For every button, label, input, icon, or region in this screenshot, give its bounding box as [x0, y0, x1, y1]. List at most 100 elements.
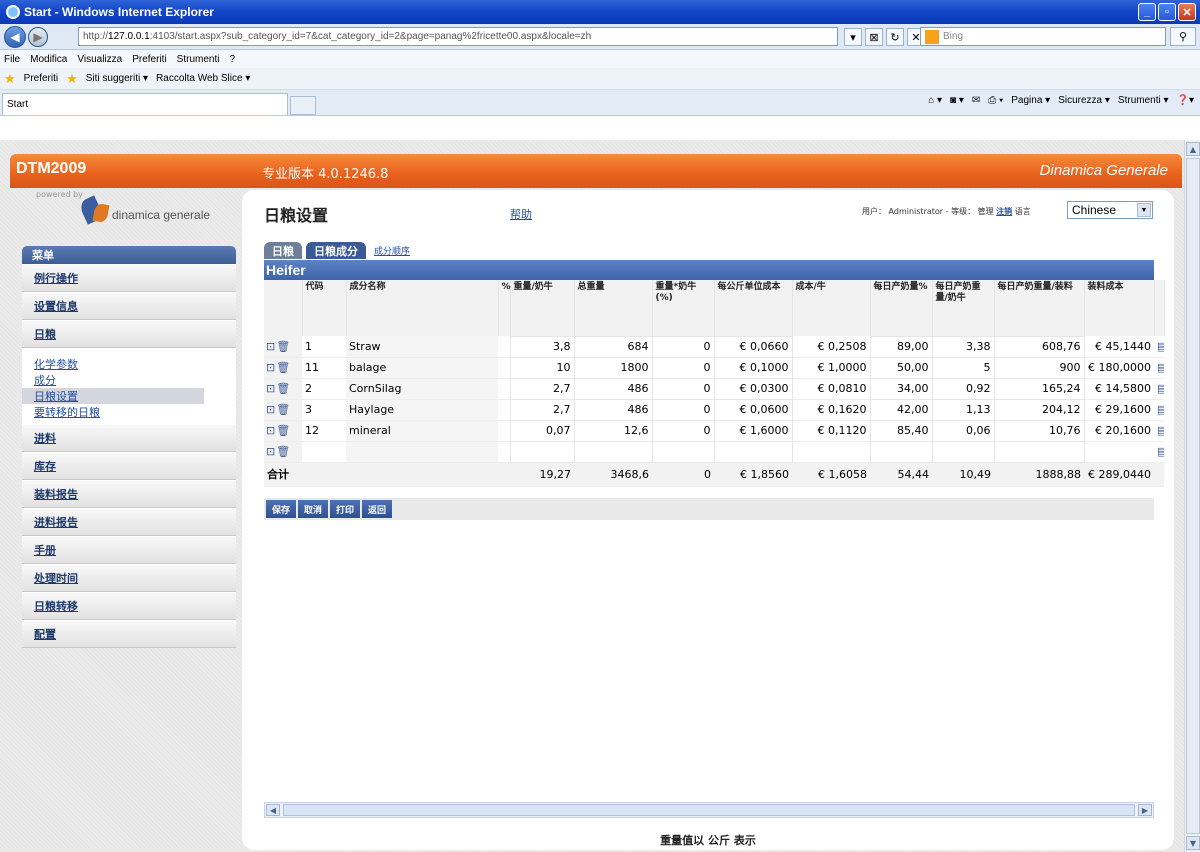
table-cell[interactable]: [509, 440, 575, 463]
dropdown-icon[interactable]: ▾: [844, 28, 862, 46]
table-cell[interactable]: 50,00: [869, 356, 933, 379]
menu-modifica[interactable]: Modifica: [30, 54, 67, 65]
table-cell[interactable]: € 0,1000: [713, 356, 793, 379]
browser-tab[interactable]: Start: [2, 93, 288, 115]
table-cell[interactable]: 1800: [573, 356, 653, 379]
sidebar-item-config[interactable]: 配置: [22, 620, 236, 648]
sidebar-sub-ingredients[interactable]: 成分: [22, 372, 236, 388]
hscroll-thumb[interactable]: [283, 804, 1135, 816]
close-button[interactable]: ✕: [1178, 3, 1196, 21]
table-cell[interactable]: 486: [573, 398, 653, 421]
table-cell[interactable]: [931, 440, 995, 463]
web-slice[interactable]: Raccolta Web Slice ▾: [156, 73, 250, 84]
sidebar-item-ration[interactable]: 日粮: [22, 320, 236, 348]
table-cell[interactable]: [993, 440, 1085, 463]
cmd-security[interactable]: Sicurezza ▾: [1058, 95, 1110, 106]
menu-visualizza[interactable]: Visualizza: [77, 54, 122, 65]
cmd-tools[interactable]: Strumenti ▾: [1118, 95, 1169, 106]
delete-icon[interactable]: 🗑: [276, 424, 290, 437]
table-cell[interactable]: 1,13: [931, 398, 995, 421]
sidebar-item-process-time[interactable]: 处理时间: [22, 564, 236, 592]
sidebar-item-feeding[interactable]: 进料: [22, 424, 236, 452]
cmd-page[interactable]: Pagina ▾: [1011, 95, 1050, 106]
tab-ration[interactable]: 日粮: [264, 242, 302, 259]
edit-icon[interactable]: ⊡: [266, 382, 275, 395]
help-link[interactable]: 帮助: [510, 206, 532, 222]
edit-icon[interactable]: ⊡: [266, 445, 275, 458]
table-cell[interactable]: 0: [651, 398, 715, 421]
help-icon[interactable]: ❓▾: [1177, 95, 1194, 106]
scroll-right-icon[interactable]: ▶: [1138, 804, 1152, 816]
row-detail-icon[interactable]: ▤: [1154, 357, 1164, 379]
sidebar-item-stock[interactable]: 库存: [22, 452, 236, 480]
sidebar-sub-ration-transfer[interactable]: 要转移的日粮: [22, 404, 236, 420]
sidebar-item-settings[interactable]: 设置信息: [22, 292, 236, 320]
table-cell[interactable]: 0: [651, 419, 715, 442]
suggested-sites[interactable]: Siti suggeriti ▾: [86, 73, 148, 84]
table-cell[interactable]: 2,7: [509, 377, 575, 400]
search-icon[interactable]: ⚲: [1170, 27, 1196, 46]
table-cell[interactable]: 0,92: [931, 377, 995, 400]
save-button[interactable]: 保存: [266, 500, 297, 518]
table-cell[interactable]: 900: [993, 356, 1085, 379]
table-cell[interactable]: 3,38: [931, 335, 995, 358]
table-cell[interactable]: € 0,0600: [713, 398, 793, 421]
sidebar-item-load-report[interactable]: 装料报告: [22, 480, 236, 508]
table-cell[interactable]: € 1,6000: [713, 419, 793, 442]
table-cell[interactable]: [573, 440, 653, 463]
table-cell[interactable]: 0,06: [931, 419, 995, 442]
sidebar-item-feed-report[interactable]: 进料报告: [22, 508, 236, 536]
row-detail-icon[interactable]: ▤: [1154, 336, 1164, 358]
sidebar-sub-ration-setup[interactable]: 日粮设置: [22, 388, 204, 404]
table-cell[interactable]: [713, 440, 793, 463]
back-button[interactable]: ◀: [4, 25, 26, 48]
sidebar-item-ration-transfer[interactable]: 日粮转移: [22, 592, 236, 620]
forward-button[interactable]: ▶: [28, 26, 48, 47]
table-cell[interactable]: 0: [651, 356, 715, 379]
table-cell[interactable]: 85,40: [869, 419, 933, 442]
table-cell[interactable]: 204,12: [993, 398, 1085, 421]
back-button-app[interactable]: 返回: [362, 500, 393, 518]
search-input[interactable]: Bing: [920, 27, 1166, 46]
scroll-down-icon[interactable]: ▼: [1186, 836, 1200, 850]
scroll-thumb[interactable]: [1186, 158, 1200, 834]
language-select[interactable]: Chinese ▼: [1067, 201, 1153, 219]
table-cell[interactable]: € 0,0660: [713, 335, 793, 358]
table-cell[interactable]: 89,00: [869, 335, 933, 358]
table-cell[interactable]: 0: [651, 335, 715, 358]
scroll-left-icon[interactable]: ◀: [266, 804, 280, 816]
menu-preferiti[interactable]: Preferiti: [132, 54, 166, 65]
table-cell[interactable]: 12,6: [573, 419, 653, 442]
table-cell[interactable]: [869, 440, 933, 463]
table-cell[interactable]: 42,00: [869, 398, 933, 421]
url-field[interactable]: http://127.0.0.1:4103/start.aspx?sub_cat…: [78, 27, 838, 46]
row-detail-icon[interactable]: ▤: [1154, 420, 1164, 442]
table-cell[interactable]: 2,7: [509, 398, 575, 421]
feeds-icon[interactable]: ◙ ▾: [950, 95, 964, 106]
delete-icon[interactable]: 🗑: [276, 445, 290, 458]
print-icon[interactable]: ⎙ ▾: [988, 95, 1003, 106]
favorites-button[interactable]: Preferiti: [24, 73, 58, 84]
table-cell[interactable]: 34,00: [869, 377, 933, 400]
compat-icon[interactable]: ⊠: [865, 28, 883, 46]
table-cell[interactable]: [651, 440, 715, 463]
table-cell[interactable]: 3,8: [509, 335, 575, 358]
table-cell[interactable]: 486: [573, 377, 653, 400]
home-icon[interactable]: ⌂ ▾: [928, 95, 942, 106]
table-cell[interactable]: 0,07: [509, 419, 575, 442]
minimize-button[interactable]: _: [1138, 3, 1156, 21]
logout-link[interactable]: 注销: [996, 207, 1012, 216]
add-favorite-icon[interactable]: ★: [66, 71, 78, 87]
scroll-up-icon[interactable]: ▲: [1186, 142, 1200, 156]
edit-icon[interactable]: ⊡: [266, 403, 275, 416]
new-tab-button[interactable]: [290, 96, 316, 115]
menu-file[interactable]: File: [4, 54, 20, 65]
delete-icon[interactable]: 🗑: [276, 340, 290, 353]
horizontal-scrollbar[interactable]: ◀ ▶: [264, 802, 1154, 818]
cancel-button[interactable]: 取消: [298, 500, 329, 518]
mail-icon[interactable]: ✉: [972, 95, 980, 106]
table-cell[interactable]: 10: [509, 356, 575, 379]
table-cell[interactable]: 0: [651, 377, 715, 400]
print-button[interactable]: 打印: [330, 500, 361, 518]
sidebar-item-routine[interactable]: 例行操作: [22, 264, 236, 292]
